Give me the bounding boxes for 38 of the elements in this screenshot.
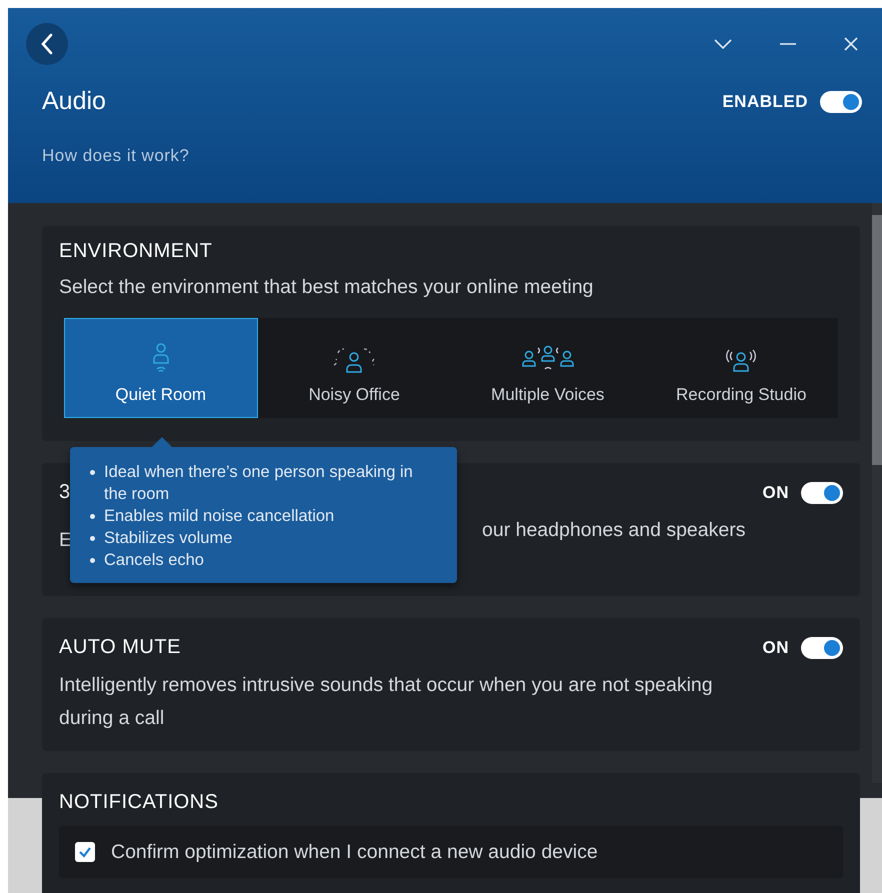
environment-option[interactable]: Noisy Office	[258, 318, 451, 418]
setting-description: our headphones and speakers	[482, 518, 746, 543]
environment-option[interactable]: Quiet Room	[64, 318, 258, 418]
person-icon	[150, 343, 171, 373]
checkmark-icon	[78, 846, 92, 858]
setting-description: Intelligently removes intrusive sounds that occur when you are not speaking during a call	[59, 673, 714, 731]
section-title: ENVIRONMENT	[59, 240, 214, 263]
toggle-label: ON	[762, 482, 789, 502]
checkbox[interactable]	[75, 842, 95, 862]
scrollbar[interactable]	[872, 203, 882, 783]
chevron-left-icon	[40, 33, 54, 55]
environment-option[interactable]: Recording Studio	[644, 318, 838, 418]
setting-toggle[interactable]	[801, 636, 843, 658]
tooltip-item: Enables mild noise cancellation	[104, 506, 334, 527]
toggle-label: ENABLED	[722, 92, 808, 112]
tooltip-item: Stabilizes volume	[104, 528, 232, 549]
bullet-icon	[90, 558, 95, 563]
person-icon	[726, 349, 756, 373]
setting-description: E	[59, 528, 72, 553]
environment-option[interactable]: Multiple Voices	[451, 318, 644, 418]
bullet-icon	[90, 536, 95, 541]
checkbox-label: Confirm optimization when I connect a new audio device	[111, 840, 598, 864]
section-description: Select the environment that best matches your online meeting	[59, 275, 594, 300]
setting-toggle[interactable]	[801, 482, 843, 504]
tooltip-item: Cancels echo	[104, 550, 204, 571]
page-title: Audio	[42, 87, 106, 116]
close-icon[interactable]	[844, 37, 858, 51]
toggle-label: ON	[762, 638, 789, 658]
bullet-icon	[90, 514, 95, 519]
section-title: NOTIFICATIONS	[59, 791, 220, 814]
setting-title: 3	[59, 481, 71, 504]
chevron-down-icon[interactable]	[714, 39, 732, 49]
enabled-toggle[interactable]	[820, 90, 862, 112]
bullet-icon	[90, 470, 95, 475]
help-link[interactable]: How does it work?	[42, 146, 190, 166]
back-button[interactable]	[26, 23, 68, 65]
setting-title: AUTO MUTE	[59, 636, 181, 659]
tooltip-item: Ideal when there’s one person speaking in the room	[104, 462, 414, 505]
